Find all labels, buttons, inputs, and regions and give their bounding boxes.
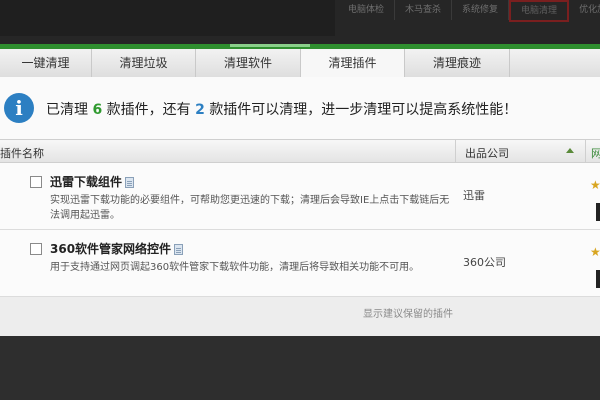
info-message: 已清理 6 款插件，还有 2 款插件可以清理，进一步清理可以提高系统性能！ <box>46 99 517 119</box>
bg-menu-item-repair[interactable]: 系统修复 <box>452 0 510 20</box>
column-divider <box>585 140 586 162</box>
column-header-extra[interactable]: 网 <box>591 145 600 161</box>
background-overlay <box>0 336 600 400</box>
plugin-name-text: 迅雷下载组件 <box>50 175 123 189</box>
remaining-count: 2 <box>195 102 205 118</box>
plugin-checkbox[interactable] <box>30 176 42 188</box>
plugin-company: 360公司 <box>463 256 506 269</box>
background-menu: 电脑体检 木马查杀 系统修复 电脑清理 优化加速 <box>338 0 600 22</box>
plugin-company: 迅雷 <box>463 189 485 202</box>
column-divider <box>455 140 456 162</box>
info-suffix: 款插件可以清理，进一步清理可以提高系统性能！ <box>209 102 518 118</box>
plugin-checkbox[interactable] <box>30 243 42 255</box>
bg-menu-item-checkup[interactable]: 电脑体检 <box>338 0 396 20</box>
tab-one-click-clean[interactable]: 一键清理 <box>0 49 92 77</box>
table-header: 插件名称 出品公司 网 <box>0 139 600 163</box>
tab-clean-traces[interactable]: 清理痕迹 <box>405 49 510 77</box>
table-row: 迅雷下载组件 实现迅雷下载功能的必要组件，可帮助您更迅速的下载；清理后会导致IE… <box>0 163 600 230</box>
bg-menu-item-trojan[interactable]: 木马查杀 <box>395 0 453 20</box>
document-icon[interactable] <box>125 177 135 188</box>
bg-menu-item-cleanup[interactable]: 电脑清理 <box>509 0 570 22</box>
tab-clean-plugins[interactable]: 清理插件 <box>301 49 405 78</box>
background-header-left <box>0 0 335 36</box>
info-banner: i 已清理 6 款插件，还有 2 款插件可以清理，进一步清理可以提高系统性能！ <box>0 77 600 139</box>
column-header-name[interactable]: 插件名称 <box>0 145 44 161</box>
info-prefix: 已清理 <box>46 102 88 118</box>
tab-bar-filler <box>510 49 600 77</box>
sort-arrow-icon[interactable] <box>566 148 574 153</box>
document-icon[interactable] <box>174 244 184 255</box>
list-footer: 显示建议保留的插件 <box>0 299 600 336</box>
plugin-name: 迅雷下载组件 <box>50 173 135 190</box>
cleanup-panel: 一键清理 清理垃圾 清理软件 清理插件 清理痕迹 i 已清理 6 款插件，还有 … <box>0 49 600 336</box>
cut-off-column <box>596 203 600 221</box>
tab-clean-junk[interactable]: 清理垃圾 <box>92 49 196 77</box>
column-header-company[interactable]: 出品公司 <box>465 145 509 161</box>
plugin-name-text: 360软件管家网络控件 <box>50 242 172 256</box>
info-middle: 款插件，还有 <box>106 102 191 118</box>
cleaned-count: 6 <box>92 102 103 118</box>
plugin-name: 360软件管家网络控件 <box>50 240 184 257</box>
tab-bar: 一键清理 清理垃圾 清理软件 清理插件 清理痕迹 <box>0 49 600 78</box>
star-icon: ★ <box>590 245 600 259</box>
plugin-list: 迅雷下载组件 实现迅雷下载功能的必要组件，可帮助您更迅速的下载；清理后会导致IE… <box>0 163 600 297</box>
background-app-header: 电脑体检 木马查杀 系统修复 电脑清理 优化加速 <box>0 0 600 44</box>
cut-off-column <box>596 270 600 288</box>
plugin-description: 用于支持通过网页调起360软件管家下载软件功能，清理后将导致相关功能不可用。 <box>50 262 420 273</box>
show-recommended-plugins-link[interactable]: 显示建议保留的插件 <box>363 305 453 320</box>
tab-clean-software[interactable]: 清理软件 <box>196 49 301 77</box>
plugin-description: 实现迅雷下载功能的必要组件，可帮助您更迅速的下载；清理后会导致IE上点击下载链后… <box>50 195 450 221</box>
bg-menu-item-speedup[interactable]: 优化加速 <box>569 0 600 20</box>
star-icon: ★ <box>590 178 600 192</box>
info-icon: i <box>4 93 34 123</box>
table-row: 360软件管家网络控件 用于支持通过网页调起360软件管家下载软件功能，清理后将… <box>0 230 600 297</box>
accent-line-highlight <box>230 44 310 47</box>
